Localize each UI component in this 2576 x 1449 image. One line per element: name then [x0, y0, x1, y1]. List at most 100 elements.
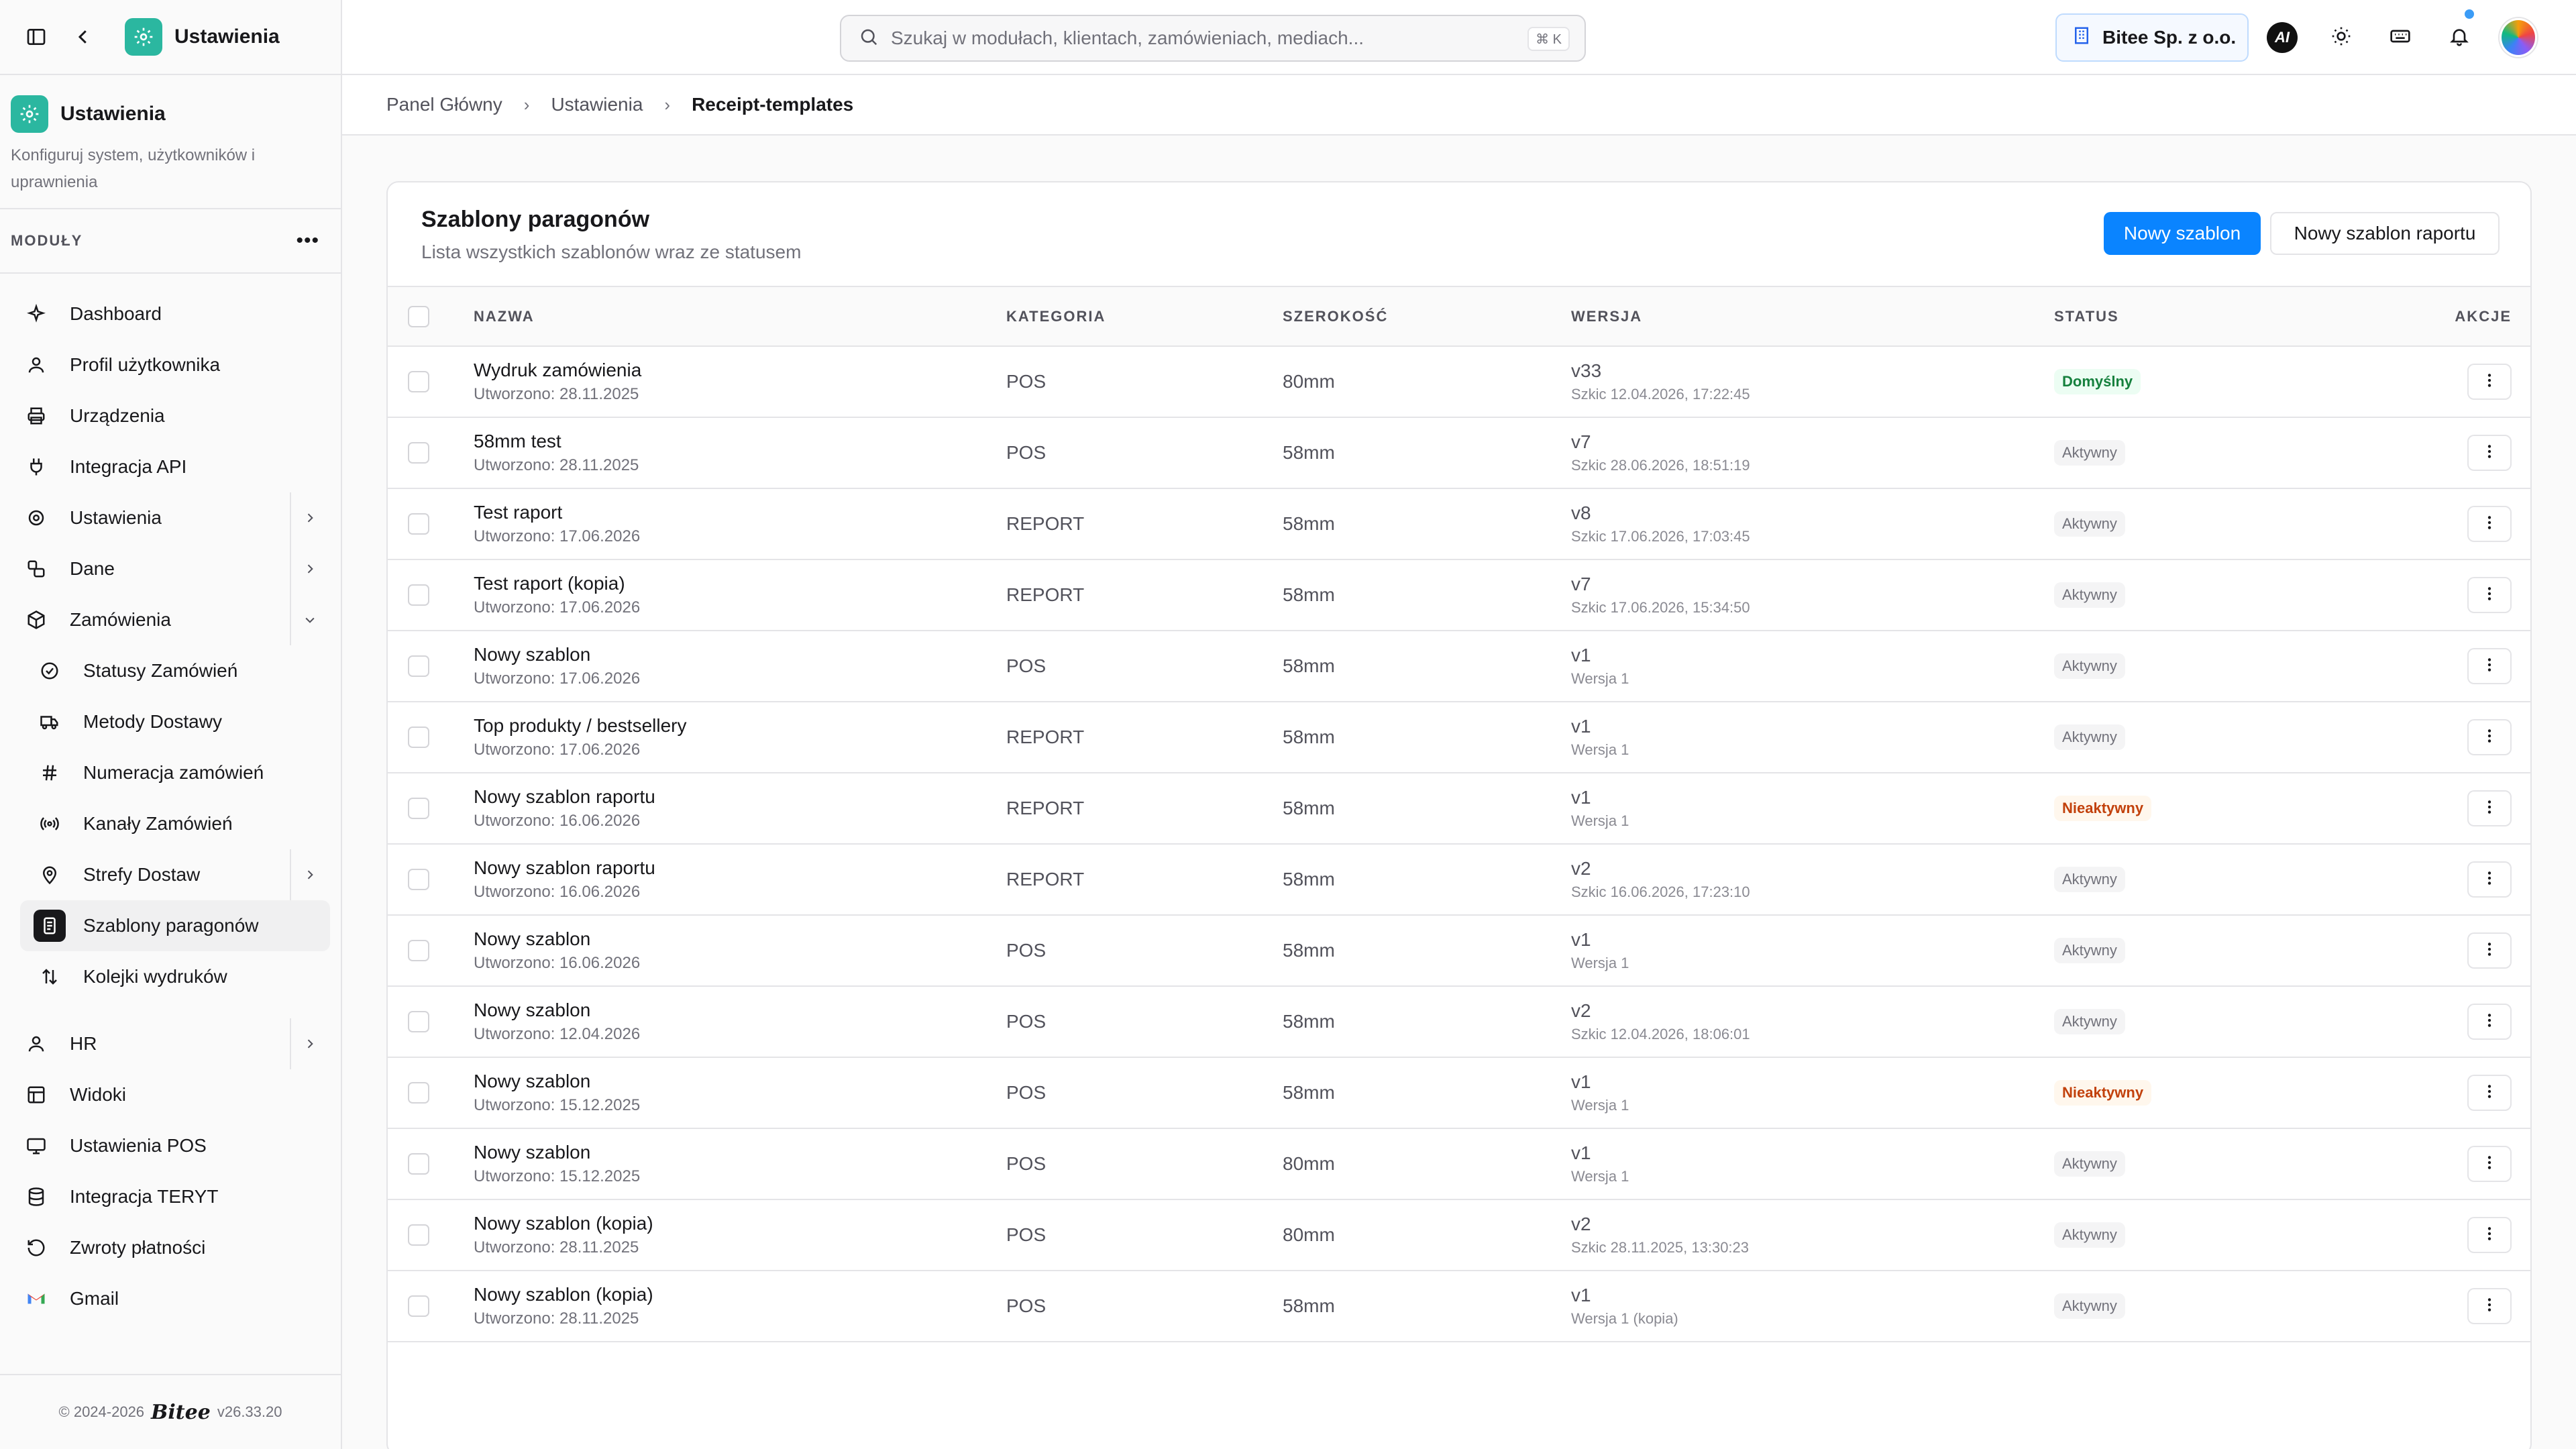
table-row[interactable]: Nowy szablon (kopia) Utworzono: 28.11.202…	[388, 1271, 2530, 1342]
sidebar-item-order-channels[interactable]: Kanały Zamówień	[0, 798, 341, 849]
sidebar-item-order-statuses[interactable]: Statusy Zamówień	[0, 645, 341, 696]
column-header-width[interactable]: SZEROKOŚĆ	[1283, 287, 1571, 346]
sidebar-item-receipt-templates[interactable]: Szablony paragonów	[20, 900, 330, 951]
chevron-right-icon[interactable]	[290, 849, 317, 900]
notifications-button[interactable]	[2440, 9, 2478, 56]
table-row[interactable]: Nowy szablon Utworzono: 16.06.2026 POS 58mm…	[388, 915, 2530, 986]
row-checkbox[interactable]	[408, 371, 429, 392]
template-name[interactable]: Nowy szablon raportu	[474, 786, 1006, 808]
sidebar-item-settings[interactable]: Ustawienia	[0, 492, 341, 543]
row-actions-button[interactable]	[2467, 577, 2512, 613]
template-name[interactable]: 58mm test	[474, 431, 1006, 452]
chevron-right-icon[interactable]	[290, 492, 317, 543]
sidebar-item-print-queues[interactable]: Kolejki wydruków	[0, 951, 341, 1002]
column-header-category[interactable]: KATEGORIA	[1006, 287, 1283, 346]
table-row[interactable]: Nowy szablon Utworzono: 17.06.2026 POS 58mm…	[388, 631, 2530, 702]
sidebar-item-teryt[interactable]: Integracja TERYT	[0, 1171, 341, 1222]
row-actions-button[interactable]	[2467, 364, 2512, 400]
row-actions-button[interactable]	[2467, 1288, 2512, 1324]
table-row[interactable]: Nowy szablon Utworzono: 15.12.2025 POS 58mm…	[388, 1057, 2530, 1128]
table-row[interactable]: Nowy szablon Utworzono: 15.12.2025 POS 80mm…	[388, 1128, 2530, 1199]
organization-switcher[interactable]: Bitee Sp. z o.o.	[2055, 13, 2249, 62]
column-header-status[interactable]: STATUS	[2054, 287, 2390, 346]
template-name[interactable]: Wydruk zamówienia	[474, 360, 1006, 381]
row-actions-button[interactable]	[2467, 1217, 2512, 1253]
row-checkbox[interactable]	[408, 584, 429, 606]
search-input[interactable]: Szukaj w modułach, klientach, zamówienia…	[840, 15, 1586, 62]
row-checkbox[interactable]	[408, 1082, 429, 1104]
row-checkbox[interactable]	[408, 727, 429, 748]
table-row[interactable]: Top produkty / bestsellery Utworzono: 17.…	[388, 702, 2530, 773]
row-checkbox[interactable]	[408, 655, 429, 677]
sidebar-item-data[interactable]: Dane	[0, 543, 341, 594]
sidebar-item-hr[interactable]: HR	[0, 1018, 341, 1069]
theme-toggle-button[interactable]	[2322, 19, 2360, 56]
template-name[interactable]: Test raport	[474, 502, 1006, 523]
column-header-name[interactable]: NAZWA	[474, 287, 1006, 346]
template-name[interactable]: Nowy szablon (kopia)	[474, 1213, 1006, 1234]
row-checkbox[interactable]	[408, 1224, 429, 1246]
breadcrumb-settings[interactable]: Ustawienia	[551, 94, 643, 115]
sidebar-item-gmail[interactable]: Gmail	[0, 1273, 341, 1324]
row-checkbox[interactable]	[408, 940, 429, 961]
template-name[interactable]: Nowy szablon	[474, 1000, 1006, 1021]
template-name[interactable]: Nowy szablon	[474, 644, 1006, 665]
row-checkbox[interactable]	[408, 442, 429, 464]
row-actions-button[interactable]	[2467, 719, 2512, 755]
table-row[interactable]: Test raport (kopia) Utworzono: 17.06.2026…	[388, 559, 2530, 631]
sidebar-item-devices[interactable]: Urządzenia	[0, 390, 341, 441]
sidebar-item-delivery-methods[interactable]: Metody Dostawy	[0, 696, 341, 747]
row-actions-button[interactable]	[2467, 790, 2512, 826]
sidebar-toggle-icon[interactable]	[20, 21, 52, 53]
row-checkbox[interactable]	[408, 1153, 429, 1175]
row-actions-button[interactable]	[2467, 932, 2512, 969]
table-row[interactable]: Nowy szablon (kopia) Utworzono: 28.11.202…	[388, 1199, 2530, 1271]
sidebar-item-orders[interactable]: Zamówienia	[0, 594, 341, 645]
ai-assistant-button[interactable]: AI	[2263, 19, 2301, 56]
row-actions-button[interactable]	[2467, 648, 2512, 684]
sidebar-item-refunds[interactable]: Zwroty płatności	[0, 1222, 341, 1273]
sidebar-item-delivery-zones[interactable]: Strefy Dostaw	[0, 849, 341, 900]
breadcrumb-home[interactable]: Panel Główny	[386, 94, 502, 115]
table-row[interactable]: Nowy szablon Utworzono: 12.04.2026 POS 58mm…	[388, 986, 2530, 1057]
column-header-version[interactable]: WERSJA	[1571, 287, 2054, 346]
new-template-button[interactable]: Nowy szablon	[2104, 212, 2261, 255]
row-actions-button[interactable]	[2467, 435, 2512, 471]
row-checkbox[interactable]	[408, 1295, 429, 1317]
table-row[interactable]: Nowy szablon raportu Utworzono: 16.06.202…	[388, 773, 2530, 844]
template-name[interactable]: Nowy szablon (kopia)	[474, 1284, 1006, 1305]
row-checkbox[interactable]	[408, 513, 429, 535]
sidebar-item-profile[interactable]: Profil użytkownika	[0, 339, 341, 390]
template-name[interactable]: Test raport (kopia)	[474, 573, 1006, 594]
row-checkbox[interactable]	[408, 798, 429, 819]
sidebar-item-dashboard[interactable]: Dashboard	[0, 288, 341, 339]
chevron-down-icon[interactable]	[290, 594, 317, 645]
chevron-right-icon[interactable]	[290, 1018, 317, 1069]
table-row[interactable]: Nowy szablon raportu Utworzono: 16.06.202…	[388, 844, 2530, 915]
keyboard-shortcuts-button[interactable]	[2381, 19, 2419, 56]
more-dots-icon[interactable]: •••	[296, 229, 330, 252]
table-row[interactable]: 58mm test Utworzono: 28.11.2025 POS 58mm v7 S…	[388, 417, 2530, 488]
table-row[interactable]: Test raport Utworzono: 17.06.2026 REPORT 58…	[388, 488, 2530, 559]
row-actions-button[interactable]	[2467, 1075, 2512, 1111]
sidebar-item-api[interactable]: Integracja API	[0, 441, 341, 492]
back-chevron-icon[interactable]	[67, 21, 99, 53]
sidebar-item-order-numbering[interactable]: Numeracja zamówień	[0, 747, 341, 798]
row-checkbox[interactable]	[408, 1011, 429, 1032]
row-actions-button[interactable]	[2467, 861, 2512, 898]
select-all-checkbox[interactable]	[408, 305, 429, 327]
table-row[interactable]: Wydruk zamówienia Utworzono: 28.11.2025 PO…	[388, 346, 2530, 417]
template-name[interactable]: Top produkty / bestsellery	[474, 715, 1006, 737]
template-name[interactable]: Nowy szablon raportu	[474, 857, 1006, 879]
row-actions-button[interactable]	[2467, 1146, 2512, 1182]
row-checkbox[interactable]	[408, 869, 429, 890]
chevron-right-icon[interactable]	[290, 543, 317, 594]
new-report-template-button[interactable]: Nowy szablon raportu	[2270, 212, 2500, 255]
template-name[interactable]: Nowy szablon	[474, 928, 1006, 950]
sidebar-item-pos-settings[interactable]: Ustawienia POS	[0, 1120, 341, 1171]
template-name[interactable]: Nowy szablon	[474, 1142, 1006, 1163]
template-name[interactable]: Nowy szablon	[474, 1071, 1006, 1092]
row-actions-button[interactable]	[2467, 506, 2512, 542]
sidebar-item-views[interactable]: Widoki	[0, 1069, 341, 1120]
row-actions-button[interactable]	[2467, 1004, 2512, 1040]
